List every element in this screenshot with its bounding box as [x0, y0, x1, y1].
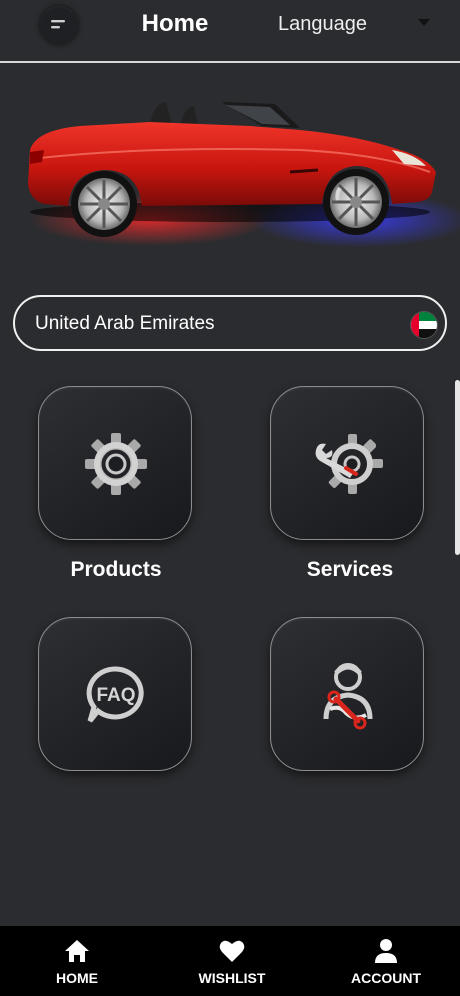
home-icon: [65, 940, 89, 962]
app-header: Home Language: [0, 0, 460, 63]
svg-text:FAQ: FAQ: [96, 685, 135, 706]
app-screen: Home Language United Arab Emirates Produ…: [0, 0, 460, 996]
nav-wishlist-label: WISHLIST: [198, 970, 266, 986]
faq-tile[interactable]: FAQ: [38, 617, 192, 771]
uae-flag-icon: [410, 311, 438, 339]
hero-car-image: [28, 102, 460, 248]
bottom-navigation: HOME WISHLIST ACCOUNT: [0, 926, 460, 996]
services-label[interactable]: Services: [270, 558, 430, 582]
mechanic-icon: [323, 663, 373, 730]
wrench-gear-icon: [315, 434, 383, 494]
country-selector[interactable]: United Arab Emirates: [13, 295, 447, 351]
services-tile[interactable]: [270, 386, 424, 540]
language-selector[interactable]: Language: [278, 13, 367, 36]
header-divider: [0, 61, 460, 63]
faq-icon: FAQ: [86, 666, 144, 723]
country-name: United Arab Emirates: [35, 313, 215, 334]
account-icon: [375, 939, 397, 963]
nav-home[interactable]: HOME: [17, 926, 137, 996]
heart-icon: [219, 940, 245, 962]
products-tile[interactable]: [38, 386, 192, 540]
nav-account[interactable]: ACCOUNT: [326, 926, 446, 996]
products-label[interactable]: Products: [36, 558, 196, 582]
gear-icon: [85, 433, 147, 495]
scrollbar-thumb[interactable]: [455, 380, 460, 555]
caret-down-icon[interactable]: [418, 19, 430, 27]
mechanic-tile[interactable]: [270, 617, 424, 771]
nav-account-label: ACCOUNT: [351, 970, 421, 986]
nav-home-label: HOME: [56, 970, 98, 986]
nav-wishlist[interactable]: WISHLIST: [172, 926, 292, 996]
